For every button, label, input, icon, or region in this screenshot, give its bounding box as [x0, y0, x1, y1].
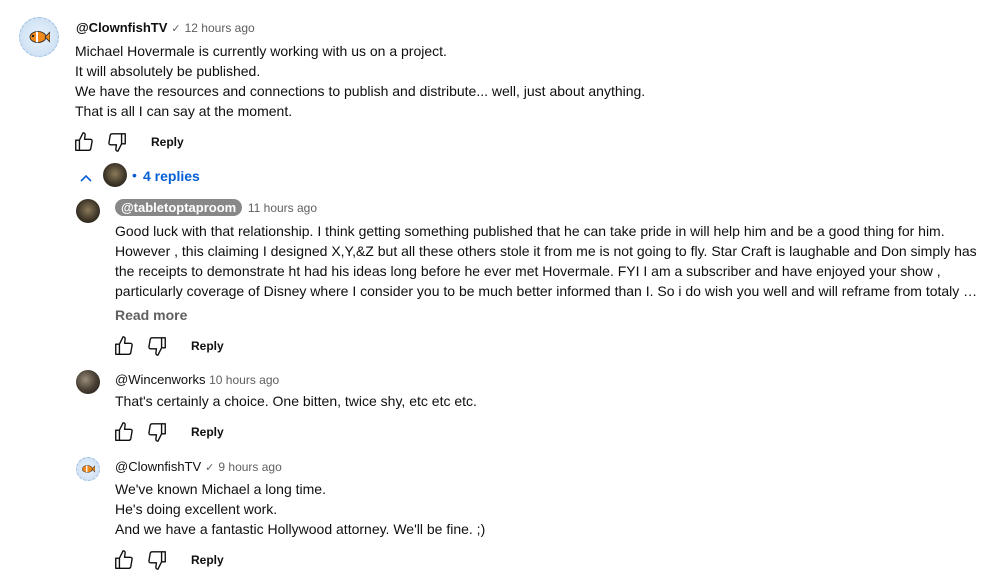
- replies-count[interactable]: 4 replies: [143, 168, 200, 184]
- reply-text-line: We've known Michael a long time.: [115, 481, 326, 497]
- like-icon[interactable]: [113, 335, 135, 357]
- reply-avatar[interactable]: [76, 370, 100, 394]
- reply-time[interactable]: 9 hours ago: [218, 460, 281, 474]
- like-icon[interactable]: [113, 421, 135, 443]
- reply-button[interactable]: Reply: [191, 425, 224, 439]
- reply-header: @tabletoptaproom 11 hours ago: [115, 199, 317, 216]
- reply-author[interactable]: @ClownfishTV: [115, 459, 201, 474]
- reply-actions: Reply: [113, 549, 253, 573]
- dislike-icon[interactable]: [106, 131, 128, 153]
- comment-actions: Reply: [73, 131, 213, 155]
- reply-text-line: the receipts to demonstrate ht had his i…: [115, 263, 941, 279]
- reply-text-line: particularly coverage of Disney where I …: [115, 283, 978, 299]
- comment-text-line: It will absolutely be published.: [75, 63, 261, 79]
- reply-button[interactable]: Reply: [191, 339, 224, 353]
- reply-text-line: And we have a fantastic Hollywood attorn…: [115, 521, 486, 537]
- reply-header: @Wincenworks 10 hours ago: [115, 372, 279, 387]
- reply-actions: Reply: [113, 421, 253, 445]
- clownfish-logo-icon: [29, 31, 50, 43]
- dislike-icon[interactable]: [146, 335, 168, 357]
- top-comment: @ClownfishTV ✓ 12 hours ago Michael Hoverm…: [0, 0, 985, 160]
- like-icon[interactable]: [73, 131, 95, 153]
- reply-text-line: He's doing excellent work.: [115, 501, 278, 517]
- reply-text-line: That's certainly a choice. One bitten, t…: [115, 393, 477, 409]
- reply-text-line: However , this claiming I designed X,Y,&…: [115, 243, 977, 259]
- reply-author[interactable]: @Wincenworks: [115, 372, 206, 387]
- reply-author-chip[interactable]: @tabletoptaproom: [115, 199, 243, 216]
- dot-separator: •: [132, 167, 137, 183]
- verified-check-icon: ✓: [171, 23, 181, 35]
- chevron-up-icon: [80, 174, 92, 182]
- reply-text-line: Good luck with that relationship. I thin…: [115, 223, 945, 239]
- reply-comment: @tabletoptaproom 11 hours ago Good luck …: [0, 195, 985, 360]
- reply-time[interactable]: 11 hours ago: [248, 201, 317, 215]
- dislike-icon[interactable]: [146, 549, 168, 571]
- verified-check-icon: ✓: [205, 462, 215, 474]
- replier-avatar: [103, 163, 127, 187]
- reply-header: @ClownfishTV ✓ 9 hours ago: [115, 459, 282, 474]
- dislike-icon[interactable]: [146, 421, 168, 443]
- reply-comment: @Wincenworks 10 hours ago That's certain…: [0, 366, 985, 446]
- reply-time[interactable]: 10 hours ago: [209, 373, 279, 387]
- comment-header: @ClownfishTV ✓ 12 hours ago: [76, 20, 255, 35]
- read-more-button[interactable]: Read more: [115, 307, 187, 323]
- comment-text-line: Michael Hovermale is currently working w…: [75, 43, 447, 59]
- comment-author[interactable]: @ClownfishTV: [76, 20, 167, 35]
- like-icon[interactable]: [113, 549, 135, 571]
- channel-avatar[interactable]: [19, 17, 59, 57]
- comment-text-line: That is all I can say at the moment.: [75, 103, 293, 119]
- reply-button[interactable]: Reply: [151, 135, 184, 149]
- comment-time[interactable]: 12 hours ago: [185, 21, 255, 35]
- clownfish-logo-icon: [82, 465, 95, 473]
- reply-avatar[interactable]: [76, 199, 100, 223]
- reply-actions: Reply: [113, 335, 253, 359]
- reply-comment: @ClownfishTV ✓ 9 hours ago We've known Mic…: [0, 453, 985, 577]
- reply-avatar[interactable]: [76, 457, 100, 481]
- comment-text-line: We have the resources and connections to…: [75, 83, 646, 99]
- reply-button[interactable]: Reply: [191, 553, 224, 567]
